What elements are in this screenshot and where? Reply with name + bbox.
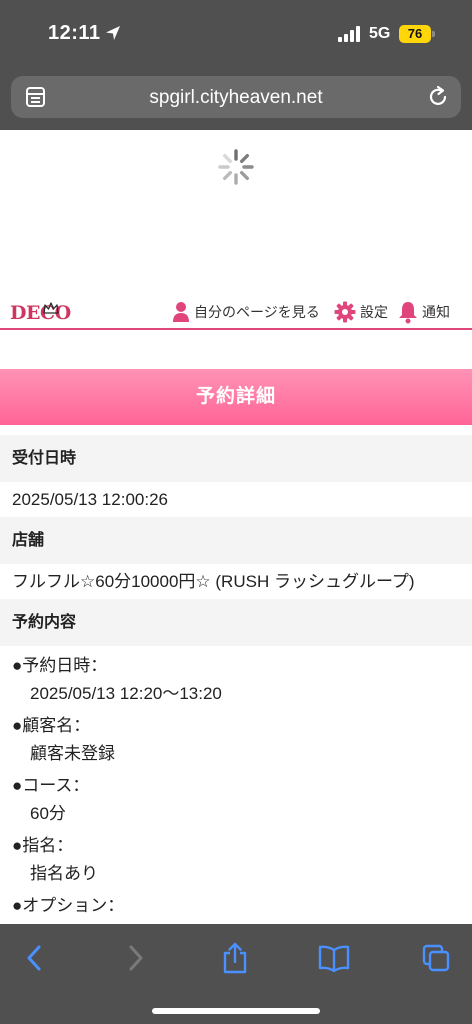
url-text[interactable]: spgirl.cityheaven.net (11, 87, 461, 109)
detail-customer-name: ●顧客名： 顧客未登録 (12, 712, 460, 770)
network-type: 5G (369, 25, 391, 42)
reception-datetime-label: 受付日時 (0, 435, 472, 482)
bookmarks-icon (318, 945, 350, 972)
nav-settings[interactable]: 設定 (334, 300, 388, 324)
reservation-details: 受付日時 2025/05/13 12:00:26 店舗 フルフル☆60分1000… (0, 435, 472, 952)
nav-my-page-label: 自分のページを見る (194, 304, 320, 320)
detail-label: ●顧客名： (12, 716, 91, 735)
location-arrow-icon (106, 26, 120, 40)
detail-value: 2025/05/13 12:20〜13:20 (30, 684, 222, 703)
nav-notifications-label: 通知 (422, 304, 450, 320)
detail-label: ●予約日時： (12, 656, 108, 675)
tabs-button[interactable] (418, 942, 454, 974)
share-icon (223, 942, 247, 974)
home-indicator[interactable] (152, 1008, 320, 1014)
bookmarks-button[interactable] (316, 942, 352, 974)
loading-spinner-icon (218, 149, 254, 185)
status-bar: 12:11 5G 76 (0, 0, 472, 68)
browser-address-area: spgirl.cityheaven.net (0, 68, 472, 130)
detail-label: ●コース： (12, 776, 90, 795)
site-logo[interactable]: DECO (10, 302, 71, 324)
nav-settings-label: 設定 (360, 304, 388, 320)
cellular-signal-icon (338, 26, 360, 42)
site-header: DECO 自分のページを見る 設定 通知 (0, 292, 472, 330)
detail-value: 顧客未登録 (30, 744, 115, 763)
person-icon (173, 302, 189, 322)
detail-course: ●コース： 60分 (12, 772, 460, 830)
crown-icon (43, 302, 59, 314)
reservation-contents-label: 予約内容 (0, 599, 472, 646)
store-value: フルフル☆60分10000円☆ (RUSH ラッシュグループ) (12, 572, 415, 591)
detail-value: 60分 (30, 804, 66, 823)
back-chevron-icon (27, 945, 41, 971)
browser-toolbar (0, 924, 472, 1024)
detail-value: 指名あり (30, 864, 98, 883)
detail-reservation-datetime: ●予約日時： 2025/05/13 12:20〜13:20 (12, 652, 460, 710)
share-button[interactable] (217, 942, 253, 974)
reload-icon[interactable] (427, 85, 449, 109)
detail-nomination: ●指名： 指名あり (12, 832, 460, 890)
detail-label: ●オプション： (12, 896, 125, 915)
bell-icon (399, 302, 417, 324)
reservation-contents: ●予約日時： 2025/05/13 12:20〜13:20 ●顧客名： 顧客未登… (0, 646, 472, 950)
tabs-icon (422, 944, 450, 972)
address-bar[interactable]: spgirl.cityheaven.net (11, 76, 461, 118)
forward-chevron-icon (129, 945, 143, 971)
store-label: 店舗 (0, 517, 472, 564)
back-button[interactable] (16, 942, 52, 974)
nav-my-page[interactable]: 自分のページを見る (172, 300, 320, 324)
page-title-banner: 予約詳細 (0, 369, 472, 425)
forward-button[interactable] (118, 942, 154, 974)
reception-datetime-value: 2025/05/13 12:00:26 (12, 490, 168, 509)
battery-cap (432, 31, 435, 37)
nav-notifications[interactable]: 通知 (398, 300, 450, 324)
status-time: 12:11 (48, 22, 101, 44)
gear-icon (334, 301, 356, 323)
detail-label: ●指名： (12, 836, 74, 855)
battery-indicator: 76 (399, 25, 431, 43)
